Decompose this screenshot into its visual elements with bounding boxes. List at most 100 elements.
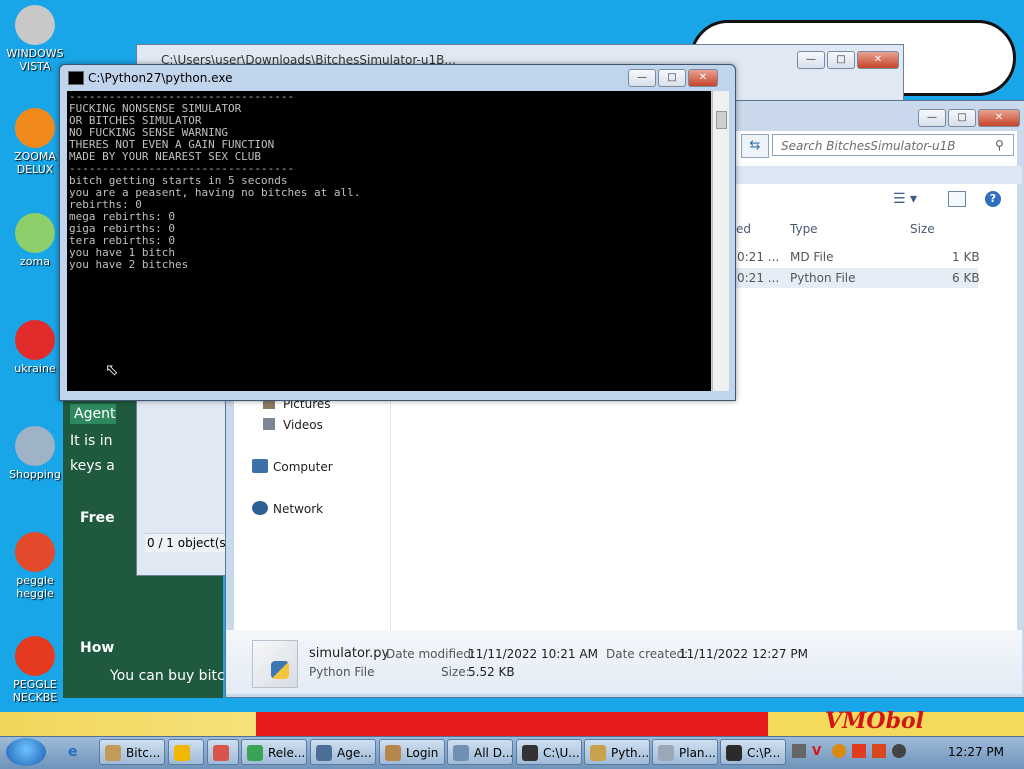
desktop-icon[interactable]: PEGGLE NECKBE [0, 636, 70, 704]
file-date[interactable]: 0:21 ... [737, 250, 779, 264]
taskbar-button-label: Age... [337, 746, 372, 760]
minimize-button[interactable]: — [797, 51, 825, 69]
window-controls: — □ ✕ [797, 51, 899, 69]
command-bar [733, 166, 1022, 184]
console-output-area[interactable]: ---------------------------------- FUCKI… [67, 91, 711, 391]
taskbar-app-icon [174, 745, 190, 761]
details-pane [226, 630, 1022, 694]
taskbar-button[interactable]: Login [379, 739, 445, 765]
taskbar-button[interactable]: Bitc... [99, 739, 165, 765]
size-value: 5.52 KB [468, 665, 515, 679]
maximize-button[interactable]: □ [948, 109, 976, 127]
console-title: C:\Python27\python.exe [88, 71, 233, 85]
nav-divider [390, 398, 391, 634]
ie-quicklaunch-icon[interactable]: e [68, 744, 78, 760]
taskbar-button[interactable] [168, 739, 204, 765]
mouse-cursor-icon: ⬁ [105, 360, 119, 379]
tray-icon[interactable] [792, 744, 806, 758]
nav-videos[interactable]: Videos [283, 418, 323, 432]
window-controls: — □ ✕ [628, 69, 718, 87]
app-icon [15, 532, 55, 572]
console-output: ---------------------------------- FUCKI… [69, 91, 361, 271]
app-icon [15, 320, 55, 360]
python-file-icon [252, 640, 298, 688]
tray-search-icon[interactable] [832, 744, 846, 758]
close-button[interactable]: ✕ [978, 109, 1020, 127]
browser-line: You can buy bitco [110, 668, 234, 684]
network-icon [252, 501, 268, 515]
search-input[interactable]: Search BitchesSimulator-u1B [772, 134, 1014, 156]
view-options-icon[interactable]: ☰ ▾ [893, 191, 917, 207]
column-header-type[interactable]: Type [790, 222, 818, 236]
date-created-label: Date created: [606, 647, 689, 661]
close-button[interactable]: ✕ [688, 69, 718, 87]
size-label: Size: [441, 665, 470, 679]
console-window[interactable]: C:\Python27\python.exe — □ ✕ -----------… [59, 64, 736, 401]
desktop-icon[interactable]: WINDOWS VISTA [0, 5, 70, 73]
tray-icon[interactable] [872, 744, 886, 758]
file-date[interactable]: 0:21 ... [737, 271, 779, 285]
taskbar-clock[interactable]: 12:27 PM [948, 745, 1004, 759]
help-icon[interactable]: ? [985, 191, 1001, 207]
wallpaper-bottom-text: VMObol [825, 708, 924, 734]
nav-network[interactable]: Network [273, 502, 323, 516]
date-created-value: 11/11/2022 12:27 PM [679, 647, 808, 661]
refresh-button[interactable]: ⇆ [741, 134, 769, 158]
taskbar-button[interactable]: Rele... [241, 739, 307, 765]
taskbar-app-icon [590, 745, 606, 761]
date-modified-label: Date modified: [386, 647, 476, 661]
file-type[interactable]: Python File [790, 271, 856, 285]
taskbar-button[interactable] [207, 739, 239, 765]
file-size[interactable]: 1 KB [952, 250, 980, 264]
browser-line: keys a [70, 458, 115, 474]
taskbar-button-label: Login [406, 746, 439, 760]
system-tray: V [792, 744, 936, 762]
taskbar-app-icon [247, 745, 263, 761]
minimize-button[interactable]: — [628, 69, 656, 87]
taskbar-button-label: Plan... [679, 746, 716, 760]
app-icon [15, 108, 55, 148]
column-header-size[interactable]: Size [910, 222, 935, 236]
videos-icon [263, 418, 275, 430]
app-icon [15, 636, 55, 676]
taskbar-button[interactable]: Plan... [652, 739, 718, 765]
desktop-icon-label: Shopping [9, 468, 61, 481]
taskbar-app-icon [453, 745, 469, 761]
taskbar-button-label: All D... [474, 746, 513, 760]
desktop-icon[interactable]: Shopping [0, 426, 70, 481]
minimize-button[interactable]: — [918, 109, 946, 127]
taskbar-button-label: Rele... [268, 746, 306, 760]
close-button[interactable]: ✕ [857, 51, 899, 69]
maximize-button[interactable]: □ [827, 51, 855, 69]
taskbar-button-label: C:\P... [747, 746, 781, 760]
tray-flag-icon[interactable] [852, 744, 866, 758]
taskbar-button[interactable]: C:\U... [516, 739, 582, 765]
taskbar-button[interactable]: C:\P... [720, 739, 786, 765]
desktop-icon-label: PEGGLE NECKBE [12, 678, 58, 704]
column-header-date[interactable]: ed [736, 222, 751, 236]
taskbar-app-icon [658, 745, 674, 761]
computer-icon [252, 459, 268, 473]
browser-line: It is in [70, 433, 113, 449]
app-icon [15, 213, 55, 253]
app-icon [15, 5, 55, 45]
start-button[interactable] [6, 738, 46, 766]
maximize-button[interactable]: □ [658, 69, 686, 87]
app-icon [15, 426, 55, 466]
nav-computer[interactable]: Computer [273, 460, 333, 474]
details-filetype: Python File [309, 665, 375, 679]
taskbar-button[interactable]: All D... [447, 739, 513, 765]
file-type[interactable]: MD File [790, 250, 834, 264]
file-size[interactable]: 6 KB [952, 271, 980, 285]
desktop-icon[interactable]: peggle heggle [0, 532, 70, 600]
search-icon[interactable]: ⚲ [995, 138, 1004, 152]
scroll-thumb[interactable] [716, 111, 727, 129]
taskbar-button[interactable]: Age... [310, 739, 376, 765]
preview-pane-icon[interactable] [948, 191, 966, 207]
console-scrollbar[interactable] [712, 91, 729, 391]
details-filename: simulator.py [309, 646, 390, 661]
tray-v-icon[interactable]: V [812, 744, 826, 758]
taskbar-app-icon [105, 745, 121, 761]
taskbar-button[interactable]: Pyth... [584, 739, 650, 765]
tray-volume-icon[interactable] [892, 744, 906, 758]
